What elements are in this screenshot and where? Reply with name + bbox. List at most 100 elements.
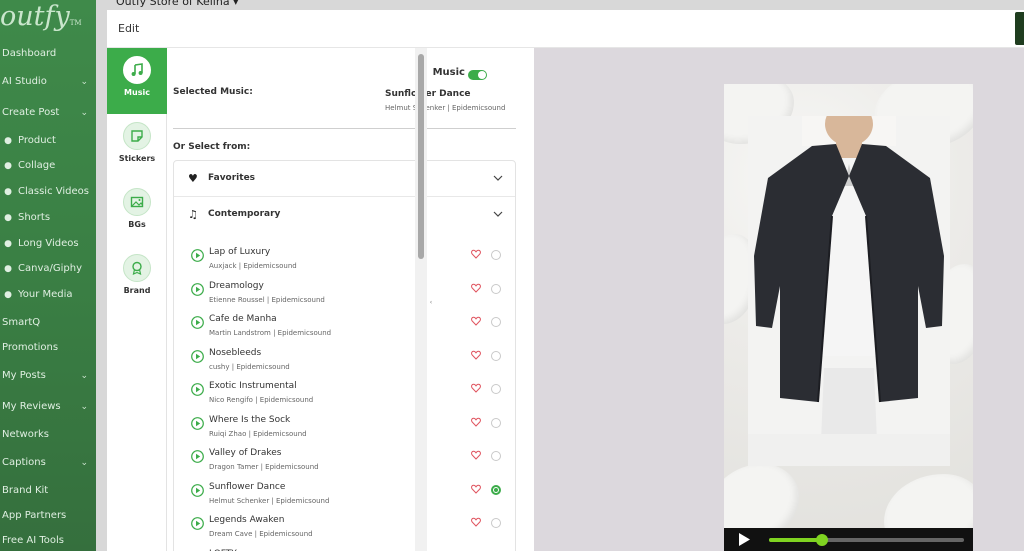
track-artist: Ruiqi Zhao | Epidemicsound [209,429,307,438]
track-select-radio[interactable] [491,518,501,528]
music-toggle-label: Music [432,67,465,78]
sidebar-item-canva-giphy[interactable]: ● Canva/Giphy [0,259,96,279]
sidebar-item-my-reviews[interactable]: My Reviews ⌄ [0,397,96,417]
sidebar-item-free-ai-tools[interactable]: Free AI Tools [0,531,96,551]
play-circle-icon[interactable] [191,249,204,262]
video-preview-area [534,48,1024,551]
sidebar-item-label: Promotions [2,342,59,353]
sidebar-item-captions[interactable]: Captions ⌄ [0,453,96,473]
play-circle-icon[interactable] [191,450,204,463]
shirt-illustration [748,116,950,466]
heart-icon[interactable] [471,517,481,527]
music-toggle[interactable] [468,70,487,80]
sidebar-item-networks[interactable]: Networks [0,425,96,445]
heart-icon[interactable] [471,283,481,293]
track-artist: Dragon Tamer | Epidemicsound [209,463,319,471]
panel-scrollbar[interactable] [415,48,427,551]
modal-action-button[interactable] [1015,12,1024,45]
track-artist: Etienne Roussel | Epidemicsound [209,295,325,304]
track-title: Valley of Drakes [209,448,282,458]
play-circle-icon[interactable] [191,517,204,530]
sidebar-item-smartq[interactable]: SmartQ [0,313,96,333]
image-icon [123,188,151,216]
video-progress-bar[interactable] [769,534,964,546]
music-note-icon [123,56,151,84]
track-artist: Auxjack | Epidemicsound [209,262,297,270]
divider [173,128,516,129]
sidebar-item-dashboard[interactable]: Dashboard [0,44,96,64]
app-logo[interactable]: outfyTM [0,0,82,40]
tab-label: BGs [128,220,146,229]
track-item[interactable]: Lap of Luxury Auxjack | Epidemicsound [174,243,515,276]
tab-bgs[interactable]: BGs [107,180,167,246]
sidebar-item-label: Brand Kit [2,485,49,496]
sidebar-item-collage[interactable]: ● Collage [0,156,96,176]
sidebar-item-label: Collage [18,160,56,171]
scrollbar-thumb[interactable] [418,54,424,259]
sidebar-item-your-media[interactable]: ● Your Media [0,285,96,305]
heart-icon[interactable] [471,350,481,360]
heart-icon[interactable] [471,249,481,259]
sidebar-item-label: Networks [2,429,49,440]
track-select-radio[interactable] [491,384,501,394]
sidebar-item-label: Your Media [18,289,73,300]
sidebar-item-create-post[interactable]: Create Post ⌄ [0,103,96,123]
sidebar-item-app-partners[interactable]: App Partners [0,506,96,526]
play-icon[interactable] [738,533,750,546]
tab-stickers[interactable]: Stickers [107,114,167,180]
heart-icon[interactable] [471,316,481,326]
sidebar-item-label: Product [18,135,56,146]
track-item[interactable]: Valley of Drakes Dragon Tamer | Epidemics… [174,444,515,477]
product-image [748,116,950,466]
heart-icon[interactable] [471,383,481,393]
track-item[interactable]: Where Is the Sock Ruiqi Zhao | Epidemicso… [174,411,515,444]
track-title: Lap of Luxury [209,247,271,257]
heart-icon[interactable] [471,484,481,494]
play-circle-icon[interactable] [191,282,204,296]
track-select-radio[interactable] [491,451,501,461]
track-item[interactable]: Dreamology Etienne Roussel | Epidemicsoun… [174,277,515,310]
sidebar-item-label: My Reviews [2,401,61,412]
tab-label: Brand [123,286,151,295]
sidebar-item-shorts[interactable]: ● Shorts [0,208,96,228]
sidebar-item-promotions[interactable]: Promotions [0,338,96,358]
track-item[interactable]: Sunflower Dance Helmut Schenker | Epidemi… [174,478,515,511]
play-circle-icon[interactable] [191,383,204,396]
heart-icon[interactable] [471,417,481,427]
track-select-radio[interactable] [491,484,501,495]
progress-knob[interactable] [815,534,828,546]
contemporary-accordion[interactable]: ♫ Contemporary [174,197,515,233]
chevron-down-icon: ⌄ [80,371,88,381]
sidebar-item-brand-kit[interactable]: Brand Kit [0,481,96,501]
sidebar-item-product[interactable]: ● Product [0,131,96,151]
track-select-radio[interactable] [491,417,501,428]
play-circle-icon[interactable] [191,349,204,363]
track-select-radio[interactable] [491,350,501,361]
collapse-handle[interactable]: ‹ [427,278,435,328]
play-circle-icon[interactable] [191,483,204,497]
tab-brand[interactable]: Brand [107,246,167,312]
sidebar-item-label: App Partners [2,510,67,521]
track-item[interactable]: Cafe de Manha Martin Landstrom | Epidemic… [174,310,515,343]
chevron-down-icon [493,211,503,217]
play-circle-icon[interactable] [191,316,204,329]
collage-icon: ● [4,161,12,171]
sidebar-item-my-posts[interactable]: My Posts ⌄ [0,366,96,386]
track-artist: Nico Rengifo | Epidemicsound [209,396,314,404]
track-select-radio[interactable] [491,250,501,260]
track-select-radio[interactable] [491,283,501,294]
track-item[interactable]: Legends Awaken Dream Cave | Epidemicsound [174,511,515,544]
track-item[interactable]: LOFTY [174,545,515,551]
track-item[interactable]: Nosebleeds cushy | Epidemicsound [174,344,515,377]
store-selector[interactable]: Outfy Store of Kelina ▾ [116,0,239,8]
heart-icon[interactable] [471,450,481,460]
track-title: Cafe de Manha [209,314,277,324]
track-item[interactable]: Exotic Instrumental Nico Rengifo | Epidem… [174,377,515,410]
sidebar-item-classic-videos[interactable]: ● Classic Videos [0,182,96,202]
tab-music[interactable]: Music [107,48,167,114]
sidebar-item-ai-studio[interactable]: AI Studio ⌄ [0,72,96,92]
play-circle-icon[interactable] [191,416,204,430]
sidebar-item-long-videos[interactable]: ● Long Videos [0,234,96,254]
favorites-accordion[interactable]: ♥ Favorites [174,161,515,197]
track-select-radio[interactable] [491,317,501,327]
